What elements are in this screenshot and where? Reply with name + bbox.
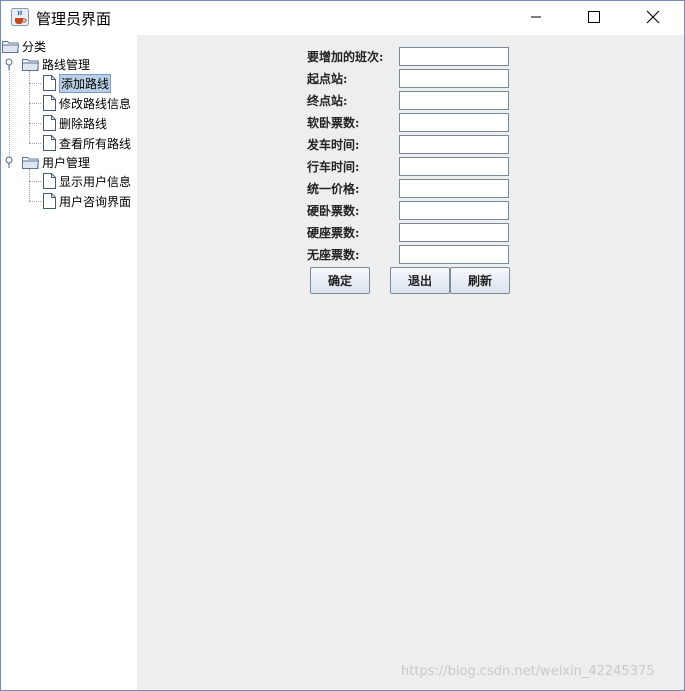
train-number-input[interactable] xyxy=(399,47,509,66)
maximize-icon xyxy=(588,11,600,23)
hard-seat-tickets-input[interactable] xyxy=(399,223,509,242)
field-label-departure-time: 发车时间: xyxy=(307,138,360,152)
field-label-price: 统一价格: xyxy=(307,182,360,196)
refresh-button[interactable]: 刷新 xyxy=(450,267,510,294)
field-label-hard-sleeper: 硬卧票数: xyxy=(307,204,360,218)
tree-group-label: 路线管理 xyxy=(42,57,91,72)
soft-sleeper-tickets-input[interactable] xyxy=(399,113,509,132)
travel-time-input[interactable] xyxy=(399,157,509,176)
tree-expand-handle-icon[interactable] xyxy=(4,156,14,168)
field-label-end-station: 终点站: xyxy=(307,94,348,108)
folder-open-icon xyxy=(2,41,19,53)
tree-connector xyxy=(29,201,41,202)
tree-expand-handle-icon[interactable] xyxy=(4,58,14,70)
document-icon xyxy=(43,193,56,209)
document-icon xyxy=(43,115,56,131)
maximize-button[interactable] xyxy=(571,1,617,33)
field-label-travel-time: 行车时间: xyxy=(307,160,360,174)
tree-group-user-management[interactable]: 用户管理 xyxy=(4,153,90,171)
tree-item-add-route[interactable]: 添加路线 xyxy=(43,73,112,93)
minimize-button[interactable] xyxy=(513,1,559,33)
tree-connector xyxy=(29,83,41,84)
window-title: 管理员界面 xyxy=(36,10,112,28)
confirm-button[interactable]: 确定 xyxy=(310,267,370,294)
tree-group-route-management[interactable]: 路线管理 xyxy=(4,55,90,73)
field-label-no-seat: 无座票数: xyxy=(307,248,360,262)
tree-item-label: 查看所有路线 xyxy=(59,136,132,151)
tree-connector xyxy=(9,61,10,165)
tree-item-label: 用户咨询界面 xyxy=(59,194,132,209)
add-route-form-panel: 要增加的班次: 起点站: 终点站: 软卧票数: 发车时间: 行车时间: 统一价格… xyxy=(137,35,684,690)
tree-item-edit-route[interactable]: 修改路线信息 xyxy=(43,94,131,112)
document-icon xyxy=(43,75,56,91)
tree-connector xyxy=(29,181,41,182)
folder-open-icon xyxy=(22,59,39,71)
tree-connector xyxy=(29,143,41,144)
tree-item-label: 显示用户信息 xyxy=(59,174,132,189)
tree-connector xyxy=(29,123,41,124)
title-bar[interactable]: 管理员界面 xyxy=(1,1,684,35)
field-label-soft-sleeper: 软卧票数: xyxy=(307,116,360,130)
field-label-train-number: 要增加的班次: xyxy=(307,50,384,64)
no-seat-tickets-input[interactable] xyxy=(399,245,509,264)
tree-item-label: 修改路线信息 xyxy=(59,96,132,111)
tree-root[interactable]: 分类 xyxy=(2,37,46,55)
departure-time-input[interactable] xyxy=(399,135,509,154)
tree-item-delete-route[interactable]: 删除路线 xyxy=(43,114,107,132)
tree-root-label: 分类 xyxy=(22,39,47,54)
folder-open-icon xyxy=(22,157,39,169)
close-icon xyxy=(646,10,660,24)
exit-button[interactable]: 退出 xyxy=(390,267,450,294)
tree-item-user-consultation[interactable]: 用户咨询界面 xyxy=(43,192,131,210)
minimize-icon xyxy=(531,16,541,18)
app-window: 管理员界面 分类 路线管理 添加路线 修改路线信息 删除路线 查看所有路线 用户… xyxy=(0,0,685,691)
field-label-hard-seat: 硬座票数: xyxy=(307,226,360,240)
tree-item-show-user-info[interactable]: 显示用户信息 xyxy=(43,172,131,190)
navigation-tree: 分类 路线管理 添加路线 修改路线信息 删除路线 查看所有路线 用户管理 显示用… xyxy=(1,35,136,690)
tree-item-view-all-routes[interactable]: 查看所有路线 xyxy=(43,134,131,152)
start-station-input[interactable] xyxy=(399,69,509,88)
watermark-text: https://blog.csdn.net/weixin_42245375 xyxy=(401,664,655,679)
tree-connector xyxy=(29,71,30,143)
hard-sleeper-tickets-input[interactable] xyxy=(399,201,509,220)
tree-item-label: 删除路线 xyxy=(59,116,108,131)
tree-group-label: 用户管理 xyxy=(42,155,91,170)
document-icon xyxy=(43,95,56,111)
document-icon xyxy=(43,135,56,151)
document-icon xyxy=(43,173,56,189)
tree-item-label: 添加路线 xyxy=(59,73,112,93)
field-label-start-station: 起点站: xyxy=(307,72,348,86)
close-button[interactable] xyxy=(630,1,676,33)
end-station-input[interactable] xyxy=(399,91,509,110)
tree-connector xyxy=(29,103,41,104)
java-coffee-icon xyxy=(11,8,29,26)
tree-connector xyxy=(29,169,30,201)
price-input[interactable] xyxy=(399,179,509,198)
